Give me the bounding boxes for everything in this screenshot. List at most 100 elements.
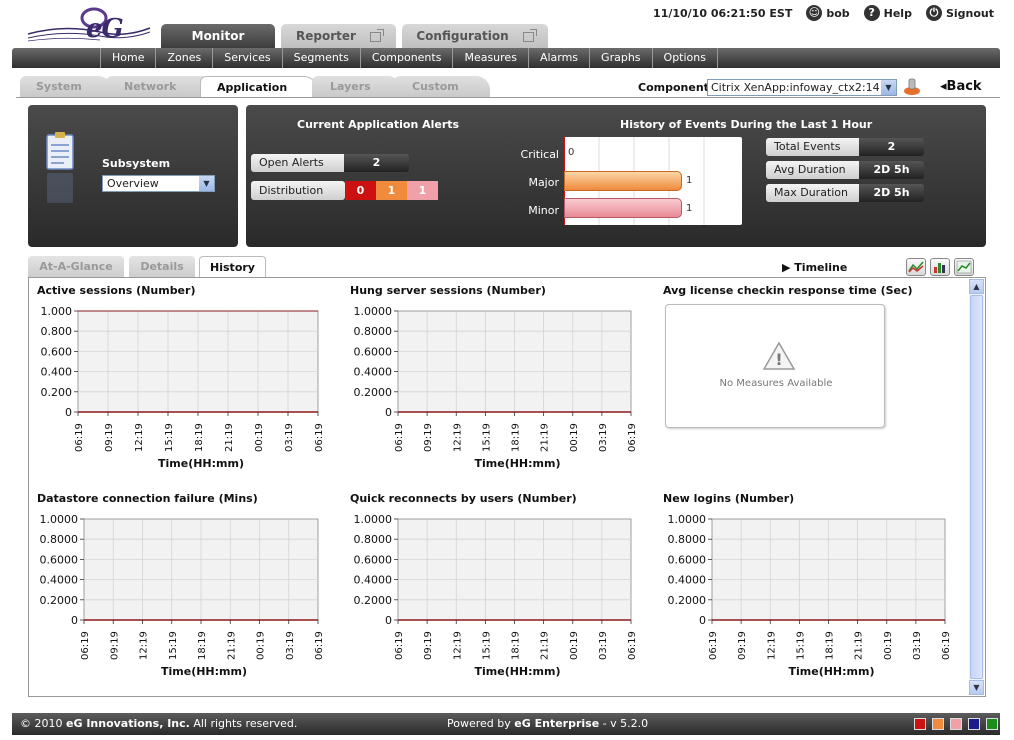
total-events-value: 2	[859, 138, 924, 156]
eg-logo[interactable]: eG	[24, 4, 154, 44]
color-swatch[interactable]	[986, 718, 998, 730]
user-name: bob	[826, 6, 850, 20]
tab-history[interactable]: History	[199, 256, 266, 278]
alerts-panel: Current Application Alerts Open Alerts 2…	[246, 105, 986, 247]
subtab-custom[interactable]: Custom	[394, 76, 490, 98]
tab-configuration[interactable]: Configuration	[402, 24, 548, 50]
nav-item-zones[interactable]: Zones	[155, 48, 212, 68]
major-count-box[interactable]: 1	[376, 181, 407, 200]
max-duration: Max Duration 2D 5h	[766, 184, 924, 202]
scroll-up-arrow-icon[interactable]: ▲	[969, 279, 984, 294]
minor-count: 1	[418, 184, 427, 197]
graph-title: New logins (Number)	[663, 492, 795, 505]
help-link[interactable]: ? Help	[863, 5, 912, 21]
nav-item-segments[interactable]: Segments	[281, 48, 360, 68]
component-select[interactable]: Citrix XenApp:infoway_ctx2:14 ▼	[707, 79, 897, 96]
line-graph-button[interactable]	[954, 258, 974, 276]
compare-chart-icon	[908, 261, 924, 273]
document-icon	[46, 132, 74, 203]
logo-text: eG	[86, 14, 124, 44]
alerts-title: Current Application Alerts	[297, 118, 460, 131]
critical-value: 0	[568, 147, 575, 158]
tab-details[interactable]: Details	[129, 256, 195, 278]
component-label: Component	[638, 81, 709, 94]
avg-duration-value: 2D 5h	[859, 161, 924, 179]
minor-count-box[interactable]: 1	[407, 181, 438, 200]
nav-item-components[interactable]: Components	[359, 48, 453, 68]
nav-item-measures[interactable]: Measures	[452, 48, 527, 68]
subtab-application[interactable]: Application	[200, 76, 318, 98]
scrollbar-thumb[interactable]	[970, 295, 983, 679]
scroll-down-arrow-icon[interactable]: ▼	[969, 680, 984, 695]
subtab-label: Layers	[330, 80, 371, 93]
chevron-down-icon: ▼	[881, 80, 896, 95]
major-count: 1	[387, 184, 396, 197]
tab-divider	[16, 97, 1000, 98]
subsystem-select[interactable]: Overview ▼	[102, 175, 215, 192]
history-title: History of Events During the Last 1 Hour	[620, 118, 873, 131]
history-critical-label: Critical	[520, 148, 559, 161]
total-events: Total Events 2	[766, 138, 924, 156]
critical-count-box[interactable]: 0	[345, 181, 376, 200]
company-name: eG Innovations, Inc.	[66, 717, 190, 730]
footer: © 2010 eG Innovations, Inc. All rights r…	[12, 713, 1000, 735]
alarm-bell-icon[interactable]	[902, 76, 922, 96]
tab-reporter[interactable]: Reporter	[281, 24, 396, 50]
back-button[interactable]: ◂Back	[940, 79, 982, 94]
nav-item-alarms[interactable]: Alarms	[527, 48, 589, 68]
total-events-label: Total Events	[766, 138, 859, 156]
tab-label: At-A-Glance	[39, 260, 113, 273]
max-duration-label: Max Duration	[766, 184, 859, 202]
vertical-scrollbar[interactable]: ▲ ▼	[969, 279, 984, 695]
tab-label: Details	[140, 260, 184, 273]
minor-value: 1	[686, 203, 693, 214]
tab-label: History	[210, 261, 255, 274]
nav-item-options[interactable]: Options	[651, 48, 718, 68]
major-value: 1	[686, 175, 693, 186]
tab-monitor[interactable]: Monitor	[161, 24, 275, 50]
graph-title: Active sessions (Number)	[37, 284, 196, 297]
rights-text: All rights reserved.	[189, 717, 298, 730]
play-triangle-icon: ▶	[782, 261, 795, 274]
subtab-layers[interactable]: Layers	[312, 76, 402, 98]
graph-title: Datastore connection failure (Mins)	[37, 492, 258, 505]
tab-at-a-glance[interactable]: At-A-Glance	[28, 256, 124, 278]
subtab-label: Custom	[412, 80, 459, 93]
timeline-label: Timeline	[794, 261, 848, 274]
component-value: Citrix XenApp:infoway_ctx2:14	[711, 81, 880, 94]
color-swatch[interactable]	[950, 718, 962, 730]
help-icon: ?	[863, 5, 880, 21]
version: - v 5.2.0	[599, 717, 649, 730]
tab-reporter-label: Reporter	[296, 29, 356, 43]
user-icon: ☺	[806, 5, 823, 21]
avg-duration-label: Avg Duration	[766, 161, 859, 179]
graph-title: Avg license checkin response time (Sec)	[663, 284, 913, 297]
subtab-system[interactable]: System	[20, 76, 112, 98]
timeline-toggle[interactable]: ▶ Timeline	[782, 261, 847, 274]
nav-item-graphs[interactable]: Graphs	[589, 48, 651, 68]
color-swatch[interactable]	[932, 718, 944, 730]
color-swatch[interactable]	[968, 718, 980, 730]
subtab-label: System	[36, 80, 82, 93]
distribution-label: Distribution	[251, 181, 345, 200]
copyright: © 2010 eG Innovations, Inc. All rights r…	[20, 717, 297, 730]
bar-graph-button[interactable]	[930, 258, 950, 276]
open-alerts-value: 2	[344, 154, 409, 172]
powered-by: Powered by eG Enterprise - v 5.2.0	[447, 717, 648, 730]
nav-item-home[interactable]: Home	[100, 48, 155, 68]
line-chart-icon	[956, 260, 972, 274]
chevron-down-icon: ▼	[199, 176, 214, 191]
compare-graph-button[interactable]	[906, 258, 926, 276]
color-swatch[interactable]	[914, 718, 926, 730]
nav-item-services[interactable]: Services	[212, 48, 281, 68]
nav-items: Home Zones Services Segments Components Measu…	[100, 48, 718, 68]
user-menu[interactable]: ☺ bob	[806, 5, 850, 21]
max-duration-value: 2D 5h	[859, 184, 924, 202]
subtab-label: Network	[124, 80, 177, 93]
open-window-icon	[369, 28, 384, 42]
subsystem-panel: Subsystem Overview ▼	[28, 105, 238, 247]
open-alerts[interactable]: Open Alerts 2	[251, 154, 409, 172]
history-major-label: Major	[528, 176, 559, 189]
no-measures-panel: ! No Measures Available	[665, 304, 885, 428]
signout-link[interactable]: ⏻ Signout	[925, 5, 994, 21]
